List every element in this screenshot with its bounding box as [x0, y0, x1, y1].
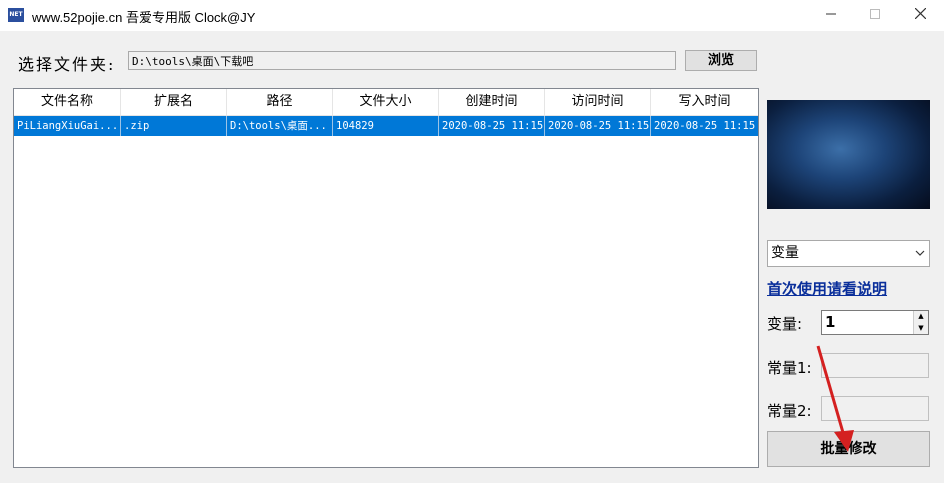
column-header-created[interactable]: 创建时间 [439, 89, 545, 115]
spinner-buttons: ▲ ▼ [913, 311, 928, 334]
browse-button[interactable]: 浏览 [685, 50, 757, 71]
close-icon [914, 7, 926, 23]
cell-created: 2020-08-25 11:15 [439, 116, 545, 136]
minimize-button[interactable] [808, 0, 854, 31]
column-header-modified[interactable]: 写入时间 [651, 89, 758, 115]
preview-image [767, 100, 930, 209]
constant1-label: 常量1: [767, 359, 812, 377]
spin-down-icon[interactable]: ▼ [914, 323, 928, 335]
variable-value: 1 [825, 313, 836, 331]
maximize-icon [870, 8, 880, 23]
column-header-name[interactable]: 文件名称 [14, 89, 121, 115]
column-header-accessed[interactable]: 访问时间 [545, 89, 651, 115]
cell-name: PiLiangXiuGai... [14, 116, 121, 136]
window-title: www.52pojie.cn 吾爱专用版 Clock@JY [32, 10, 256, 25]
minimize-icon [826, 8, 836, 23]
maximize-button[interactable] [852, 0, 898, 31]
cell-extension: .zip [121, 116, 227, 136]
annotation-arrow-icon [816, 345, 854, 452]
cell-modified: 2020-08-25 11:15 [654, 120, 756, 132]
table-row[interactable]: PiLiangXiuGai... .zip D:\tools\桌面... 104… [14, 116, 758, 136]
variable-stepper[interactable]: 1 ▲ ▼ [821, 310, 929, 335]
constant2-label: 常量2: [767, 402, 812, 420]
table-header: 文件名称 扩展名 路径 文件大小 创建时间 访问时间 写入时间 [14, 89, 758, 116]
chevron-down-icon [915, 241, 925, 275]
title-bar: NET www.52pojie.cn 吾爱专用版 Clock@JY [0, 0, 944, 31]
spin-up-icon[interactable]: ▲ [914, 311, 928, 323]
close-button[interactable] [897, 0, 943, 31]
variable-label: 变量: [767, 315, 803, 333]
mode-select[interactable]: 变量 [767, 240, 930, 267]
folder-path-input[interactable]: D:\tools\桌面\下载吧 [128, 51, 676, 70]
cell-path: D:\tools\桌面... [227, 116, 333, 136]
cell-size: 104829 [333, 116, 439, 136]
column-header-path[interactable]: 路径 [227, 89, 333, 115]
app-icon: NET [8, 8, 24, 22]
folder-label: 选择文件夹: [18, 55, 116, 74]
column-header-extension[interactable]: 扩展名 [121, 89, 227, 115]
mode-select-value: 变量 [771, 245, 799, 261]
cell-accessed: 2020-08-25 11:15 [545, 116, 651, 136]
file-list-table[interactable]: 文件名称 扩展名 路径 文件大小 创建时间 访问时间 写入时间 PiLiangX… [13, 88, 759, 468]
column-header-size[interactable]: 文件大小 [333, 89, 439, 115]
help-link[interactable]: 首次使用请看说明 [767, 278, 887, 299]
